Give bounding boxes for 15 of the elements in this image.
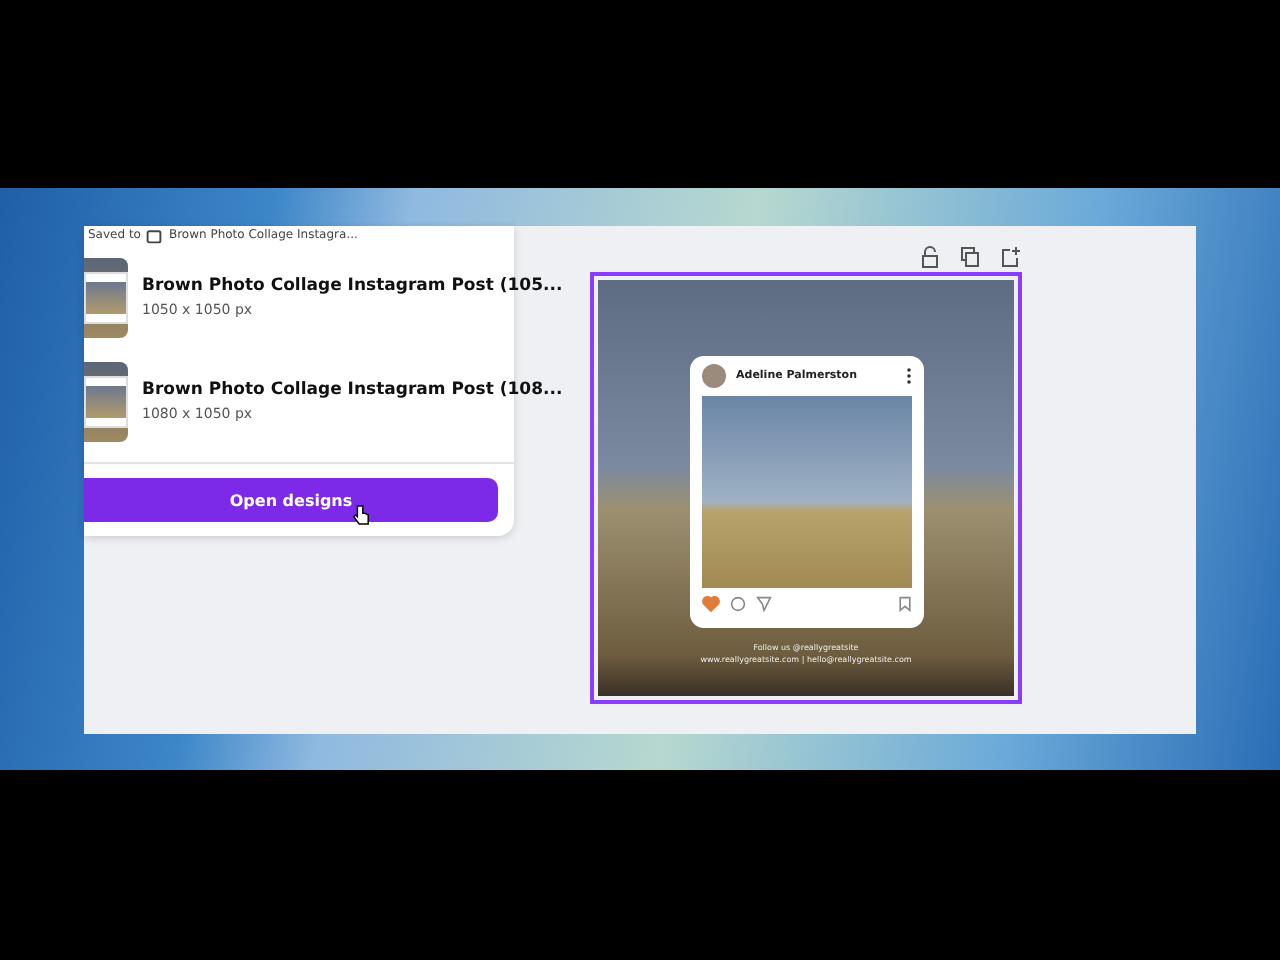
avatar [702,364,726,388]
send-icon [756,596,772,612]
design-thumbnail[interactable] [84,361,128,441]
design-thumbnail[interactable] [84,257,128,337]
design-title[interactable]: Brown Photo Collage Instagram Post (105... [142,276,563,296]
more-icon [906,368,912,384]
comment-icon [730,596,746,612]
add-page-icon[interactable] [1000,245,1022,267]
copy-icon[interactable] [960,245,980,267]
folder-icon [146,227,163,243]
design-title[interactable]: Brown Photo Collage Instagram Post (108... [142,380,563,400]
lock-icon[interactable] [920,245,940,267]
hand-cursor-icon [352,504,370,526]
open-designs-button[interactable]: Open designs [84,478,498,522]
bookmark-icon [898,596,912,612]
